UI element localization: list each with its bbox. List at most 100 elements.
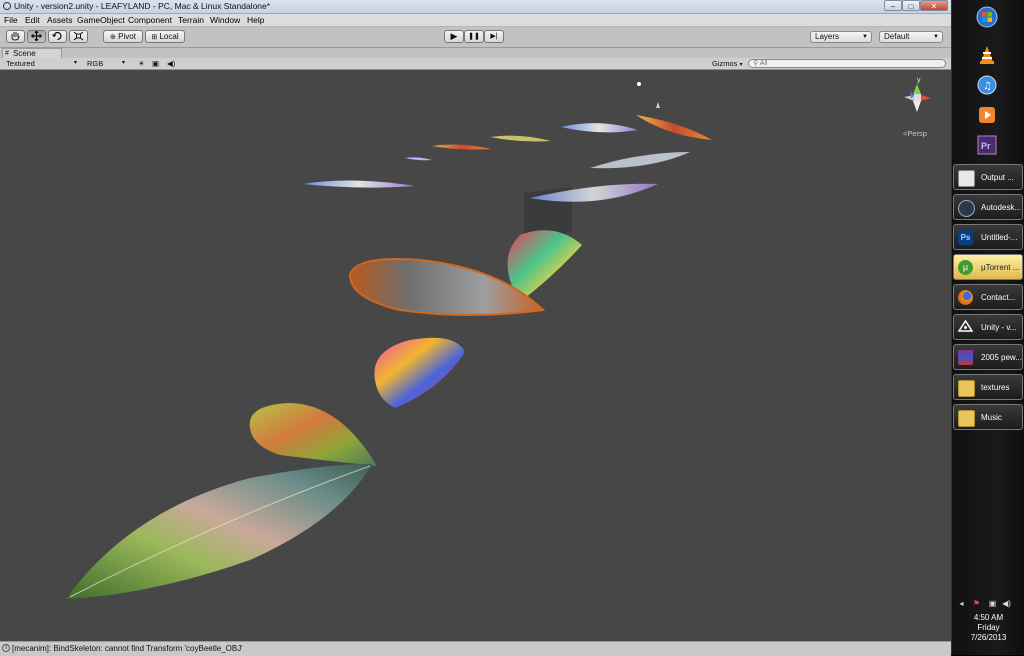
menu-help[interactable]: Help [247, 15, 264, 25]
move-tool-button[interactable] [27, 30, 46, 43]
gizmo-center [914, 94, 921, 101]
sun-icon: ☀ [138, 59, 145, 68]
local-toggle[interactable]: ⊞ Local [145, 30, 185, 43]
leaf-big [66, 463, 372, 599]
local-label: Local [159, 32, 179, 41]
pivot-icon: ⊕ [110, 34, 116, 41]
minimize-button[interactable]: – [884, 0, 902, 11]
layout-dropdown[interactable]: Default ▼ [879, 31, 943, 43]
menu-component[interactable]: Component [128, 15, 172, 25]
task-utorrent[interactable]: µ µTorrent ... [953, 254, 1023, 280]
scene-render [66, 82, 712, 599]
title-bar: Unity - version2.unity - LEAFYLAND - PC,… [0, 0, 951, 14]
scene-tab-label: Scene [13, 49, 36, 58]
output-icon [958, 170, 975, 187]
task-firefox[interactable]: Contact... [953, 284, 1023, 310]
gizmo-x-axis [921, 95, 931, 101]
layers-label: Layers [815, 32, 840, 41]
premiere-icon: Pr [977, 135, 997, 155]
volume-icon[interactable]: ◀) [1002, 599, 1011, 608]
rotate-tool-button[interactable] [48, 30, 67, 43]
tab-scene[interactable]: # Scene [2, 48, 62, 58]
leaf-far-7 [590, 152, 690, 169]
gizmos-dropdown[interactable]: Gizmos ▾ [712, 59, 746, 68]
menu-edit[interactable]: Edit [25, 15, 40, 25]
audio-toggle[interactable]: ◀) [167, 59, 177, 68]
task-label: textures [981, 383, 1010, 392]
scale-icon [73, 31, 84, 41]
scene-fx-toggle[interactable]: ▣ [152, 59, 162, 68]
gizmos-label: Gizmos [712, 59, 738, 68]
firefox-icon [958, 290, 973, 305]
itunes-icon: ♫ [977, 75, 997, 95]
clock-day: Friday [977, 623, 1000, 632]
pause-button[interactable]: ❚❚ [464, 30, 484, 43]
start-button[interactable] [976, 6, 998, 28]
task-music-folder[interactable]: Music [953, 404, 1023, 430]
menu-assets[interactable]: Assets [47, 15, 73, 25]
hand-icon [11, 32, 20, 41]
action-center-icon[interactable]: ⚑ [972, 599, 981, 608]
orientation-gizmo[interactable]: y [896, 74, 942, 122]
scene-search-input[interactable]: ⚲ All [748, 59, 946, 68]
pinned-vlc[interactable] [976, 44, 998, 66]
gizmo-y-axis [913, 84, 921, 94]
maximize-button[interactable]: □ [902, 0, 920, 11]
task-label: Music [981, 413, 1002, 422]
persp-text: Persp [907, 129, 927, 138]
task-unity[interactable]: Unity - v... [953, 314, 1023, 340]
scene-options-bar: Textured ▾ RGB ▾ ☀ ▣ ◀) Gizmos ▾ ⚲ All [0, 58, 951, 70]
task-textures-folder[interactable]: textures [953, 374, 1023, 400]
autodesk-icon [958, 200, 975, 217]
info-icon: i [2, 644, 10, 652]
tray-expand-icon[interactable]: ◂ [957, 599, 966, 608]
layout-label: Default [884, 32, 910, 41]
render-mode-dropdown[interactable]: Textured ▾ [6, 59, 78, 68]
task-output[interactable]: Output ... [953, 164, 1023, 190]
pivot-toggle[interactable]: ⊕ Pivot [103, 30, 143, 43]
pinned-premiere[interactable]: Pr [976, 134, 998, 156]
status-message[interactable]: [mecanim]: BindSkeleton: cannot find Tra… [12, 644, 243, 653]
utorrent-icon: µ [958, 260, 973, 275]
search-placeholder: All [759, 60, 768, 67]
persp-label[interactable]: <Persp [903, 129, 927, 138]
leaf-far-3 [432, 144, 491, 150]
image-icon: ▣ [152, 59, 160, 68]
task-photoshop[interactable]: Ps Untitled-... [953, 224, 1023, 250]
network-icon[interactable]: ▣ [988, 599, 997, 608]
menu-file[interactable]: File [4, 15, 18, 25]
task-autodesk[interactable]: Autodesk... [953, 194, 1023, 220]
task-label: µTorrent ... [981, 263, 1020, 272]
chevron-down-icon: ▼ [862, 34, 868, 40]
taskbar-clock[interactable]: 4:50 AM Friday 7/26/2013 [952, 613, 1024, 643]
scene-tab-bar: # Scene [0, 48, 951, 58]
task-label: Unity - v... [981, 323, 1017, 332]
scene-viewport[interactable]: y <Persp [0, 70, 951, 641]
leaf-far-1 [303, 180, 415, 188]
layers-dropdown[interactable]: Layers ▼ [810, 31, 872, 43]
task-label: Output ... [981, 173, 1014, 182]
step-button[interactable]: ▶| [484, 30, 504, 43]
chevron-down-icon: ▾ [739, 62, 743, 68]
pinned-media-player[interactable] [976, 104, 998, 126]
menu-terrain[interactable]: Terrain [178, 15, 204, 25]
task-label: Contact... [981, 293, 1016, 302]
scale-tool-button[interactable] [69, 30, 88, 43]
folder-icon [958, 380, 975, 397]
play-button[interactable]: ▶ [444, 30, 464, 43]
leaf-rainbow [374, 337, 465, 408]
task-label: Autodesk... [981, 203, 1022, 212]
channel-dropdown[interactable]: RGB ▾ [87, 59, 127, 68]
task-winrar[interactable]: 2005 pew... [953, 344, 1023, 370]
pinned-itunes[interactable]: ♫ [976, 74, 998, 96]
chevron-down-icon: ▼ [933, 34, 939, 40]
unity-logo-icon [3, 2, 11, 10]
menu-window[interactable]: Window [210, 15, 240, 25]
lighting-toggle[interactable]: ☀ [138, 59, 148, 68]
gizmo-y-label: y [917, 77, 921, 84]
hand-tool-button[interactable] [6, 30, 25, 43]
menu-gameobject[interactable]: GameObject [77, 15, 125, 25]
close-button[interactable]: ✕ [920, 0, 948, 11]
svg-text:♫: ♫ [983, 81, 992, 92]
folder-icon [958, 410, 975, 427]
